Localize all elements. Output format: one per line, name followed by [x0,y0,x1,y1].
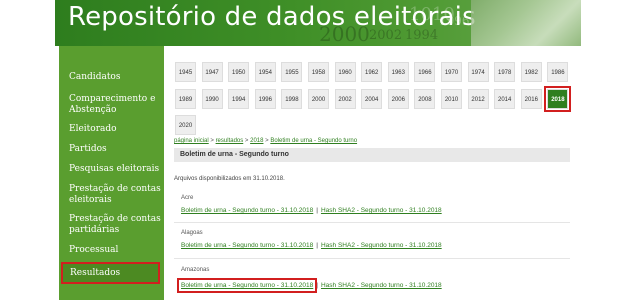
year-button-1958[interactable]: 1958 [308,62,329,82]
available-date-text: Arquivos disponibilizados em 31.10.2018. [174,176,285,182]
year-button-1994[interactable]: 1994 [228,89,250,109]
sidebar-item-resultados[interactable]: Resultados [61,262,160,284]
state-label-acre: Acre [181,195,194,201]
year-button-1962[interactable]: 1962 [361,62,383,82]
year-button-2012[interactable]: 2012 [467,89,489,109]
year-button-1970[interactable]: 1970 [441,62,462,82]
year-button-1989[interactable]: 1989 [175,89,196,109]
sidebar-item-processual[interactable]: Processual [59,245,164,256]
link-separator: | [316,242,318,249]
hash-link-alagoas[interactable]: Hash SHA2 - Segundo turno - 31.10.2018 [321,242,442,249]
year-button-2006[interactable]: 2006 [387,89,409,109]
boletim-link-acre[interactable]: Boletim de urna - Segundo turno - 31.10.… [181,207,313,214]
year-button-1974[interactable]: 1974 [467,62,489,82]
year-button-1966[interactable]: 1966 [414,62,436,82]
year-button-1986[interactable]: 1986 [547,62,569,82]
links-row-amazonas: Boletim de urna - Segundo turno - 31.10.… [176,278,442,293]
year-button-2018[interactable]: 2018 [544,86,572,112]
year-button-2010[interactable]: 2010 [441,89,462,109]
breadcrumb: página inicial > resultados > 2018 > Bol… [174,138,357,144]
breadcrumb-year[interactable]: 2018 [250,138,263,144]
year-button-1955[interactable]: 1955 [281,62,303,82]
breadcrumb-resultados[interactable]: resultados [216,138,244,144]
breadcrumb-separator: > [265,138,269,144]
breadcrumb-current[interactable]: Boletim de urna - Segundo turno [270,138,357,144]
boletim-link-alagoas[interactable]: Boletim de urna - Segundo turno - 31.10.… [181,242,313,249]
sidebar-item-prestacao-partidarias[interactable]: Prestação de contas partidárias [59,214,164,236]
sidebar-item-comparecimento[interactable]: Comparecimento e Abstenção [59,94,164,116]
boletim-link-amazonas[interactable]: Boletim de urna - Segundo turno - 31.10.… [176,278,318,293]
year-button-2014[interactable]: 2014 [494,89,516,109]
year-button-1954[interactable]: 1954 [254,62,276,82]
link-separator: | [316,282,318,289]
year-button-2000[interactable]: 2000 [308,89,329,109]
year-button-2020[interactable]: 2020 [175,115,196,135]
banner-decoration: 2000 2002 1994 1010 1996 [319,4,470,46]
year-button-1998[interactable]: 1998 [281,89,303,109]
breadcrumb-separator: > [244,138,249,144]
sidebar-item-prestacao-eleitorais[interactable]: Prestação de contas eleitorais [59,184,164,206]
year-button-1990[interactable]: 1990 [201,89,223,109]
year-button-1996[interactable]: 1996 [254,89,276,109]
breadcrumb-home[interactable]: página inicial [174,138,209,144]
sidebar-item-pesquisas[interactable]: Pesquisas eleitorais [59,164,164,175]
section-title: Boletim de urna - Segundo turno [174,148,570,162]
state-label-amazonas: Amazonas [181,267,210,273]
year-button-1945[interactable]: 1945 [175,62,196,82]
year-button-1950[interactable]: 1950 [228,62,250,82]
links-row-acre: Boletim de urna - Segundo turno - 31.10.… [181,207,442,214]
year-button-1960[interactable]: 1960 [334,62,356,82]
site-banner: Repositório de dados eleitorais 2000 2002… [55,0,581,46]
year-button-2016[interactable]: 2016 [520,89,542,109]
link-separator: | [316,207,318,214]
year-button-1982[interactable]: 1982 [520,62,542,82]
divider [174,222,570,223]
sidebar-nav: Candidatos Comparecimento e Abstenção El… [59,46,164,300]
year-button-1963[interactable]: 1963 [387,62,409,82]
hash-link-acre[interactable]: Hash SHA2 - Segundo turno - 31.10.2018 [321,207,442,214]
year-button-1978[interactable]: 1978 [494,62,516,82]
divider [174,258,570,259]
breadcrumb-separator: > [210,138,214,144]
year-button-1947[interactable]: 1947 [201,62,223,82]
banner-image [471,0,581,46]
year-button-2002[interactable]: 2002 [334,89,356,109]
year-button-2004[interactable]: 2004 [361,89,383,109]
sidebar-item-partidos[interactable]: Partidos [59,144,164,155]
year-button-2008[interactable]: 2008 [414,89,436,109]
hash-link-amazonas[interactable]: Hash SHA2 - Segundo turno - 31.10.2018 [321,282,442,289]
sidebar-item-eleitorado[interactable]: Eleitorado [59,124,164,135]
state-label-alagoas: Alagoas [181,230,203,236]
links-row-alagoas: Boletim de urna - Segundo turno - 31.10.… [181,242,442,249]
sidebar-item-candidatos[interactable]: Candidatos [59,72,164,83]
